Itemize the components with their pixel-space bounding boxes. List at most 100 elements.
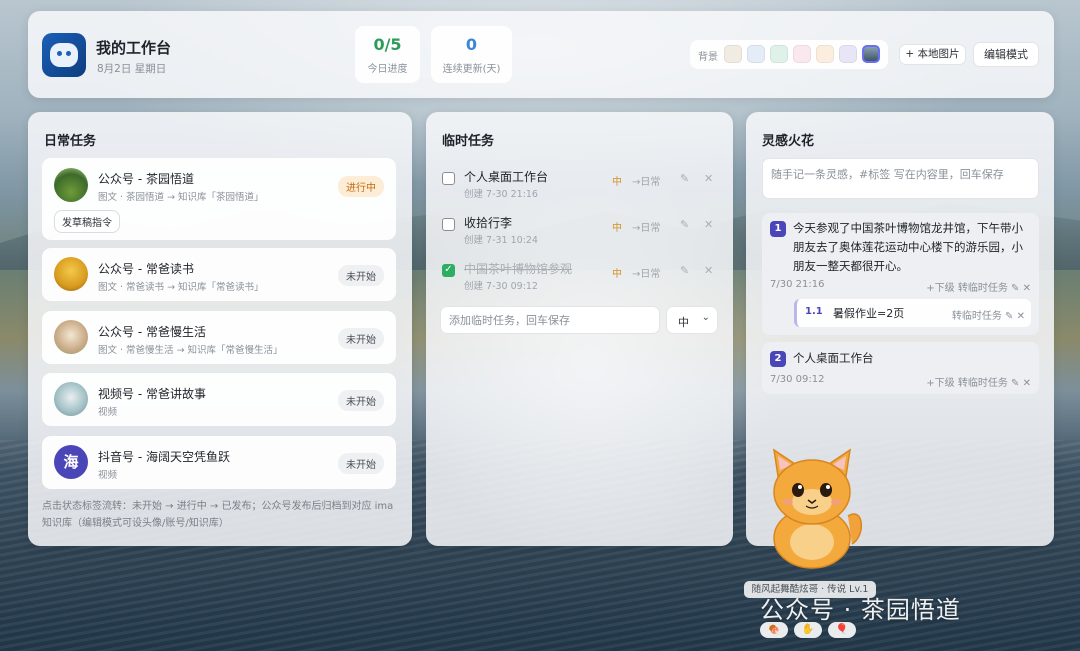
- daily-task-card[interactable]: 公众号 - 常爸慢生活 图文 · 常爸慢生活 → 知识库「常爸慢生活」 未开始: [42, 311, 396, 364]
- temp-task-row: 收拾行李 创建 7-31 10:24 中 →日常 ✎ ✕: [442, 210, 718, 250]
- idea-index: 1: [770, 221, 786, 237]
- avatar: [54, 382, 88, 416]
- priority-label[interactable]: 中: [612, 173, 622, 188]
- idea-date: 7/30 21:16: [770, 279, 825, 290]
- watermark: 公众号 · 茶园悟道: [760, 596, 961, 624]
- status-badge[interactable]: 未开始: [338, 390, 384, 411]
- current-date: 8月2日 星期日: [97, 63, 167, 75]
- inspiration-item: 2 个人桌面工作台 7/30 09:12 +下级 转临时任务 ✎ ✕: [762, 342, 1039, 394]
- edit-icon[interactable]: ✎: [680, 264, 689, 277]
- idea-actions[interactable]: +下级 转临时任务 ✎ ✕: [926, 279, 1031, 294]
- background-label: 背景: [698, 52, 718, 63]
- temp-tasks-panel: 临时任务 个人桌面工作台 创建 7-30 21:16 中 →日常 ✎ ✕ 收拾行…: [426, 112, 733, 546]
- close-icon[interactable]: ✕: [704, 172, 713, 185]
- page-title: 我的工作台: [96, 39, 172, 57]
- task-subtitle: 视频: [98, 407, 118, 418]
- task-checkbox[interactable]: [442, 172, 455, 185]
- task-subtitle: 图文 · 常爸慢生活 → 知识库「常爸慢生活」: [98, 345, 283, 356]
- temp-task-date: 创建 7-31 10:24: [464, 235, 538, 246]
- status-badge[interactable]: 未开始: [338, 328, 384, 349]
- task-name: 视频号 - 常爸讲故事: [98, 387, 206, 401]
- avatar: [54, 168, 88, 202]
- priority-select-value: 中: [678, 316, 689, 329]
- edit-icon[interactable]: ✎: [1011, 283, 1019, 294]
- convert-to-temp-task[interactable]: 转临时任务: [952, 311, 1002, 322]
- checked-checkbox[interactable]: ✓: [442, 264, 455, 277]
- status-flow-tip: 点击状态标签流转：未开始 → 进行中 → 已发布；公众号发布后归档到对应 ima…: [42, 501, 394, 529]
- pet-mascot[interactable]: [764, 446, 868, 570]
- close-icon[interactable]: ✕: [1017, 311, 1025, 322]
- inspiration-input[interactable]: 随手记一条灵感，#标签 写在内容里，回车保存: [762, 158, 1039, 199]
- avatar: [54, 320, 88, 354]
- bg-swatch-blue[interactable]: [747, 45, 765, 63]
- idea-text: 个人桌面工作台: [793, 351, 874, 365]
- priority-label[interactable]: 中: [612, 219, 622, 234]
- task-name: 公众号 - 常爸慢生活: [98, 325, 206, 339]
- idea-text: 今天参观了中国茶叶博物馆龙井馆，下午带小朋友去了奥体莲花运动中心楼下的游乐园，小…: [793, 221, 1023, 273]
- task-checkbox[interactable]: [442, 218, 455, 231]
- edit-icon[interactable]: ✎: [680, 218, 689, 231]
- edit-icon[interactable]: ✎: [1011, 378, 1019, 389]
- stat-label: 连续更新(天): [442, 64, 501, 75]
- panel-title: 灵感火花: [762, 134, 815, 149]
- temp-task-name: 个人桌面工作台: [464, 170, 549, 184]
- stat-value: 0: [465, 35, 478, 54]
- idea-actions[interactable]: +下级 转临时任务 ✎ ✕: [926, 374, 1031, 389]
- sub-idea-index: 1.1: [805, 306, 823, 317]
- task-name: 公众号 - 常爸读书: [98, 262, 194, 276]
- chevron-down-icon: ⌄: [701, 312, 710, 323]
- sub-idea-text: 暑假作业=2页: [833, 307, 905, 320]
- task-subtitle: 图文 · 常爸读书 → 知识库「常爸读书」: [98, 282, 264, 293]
- task-name: 公众号 - 茶园悟道: [98, 172, 194, 186]
- edit-icon[interactable]: ✎: [1005, 311, 1013, 322]
- close-icon[interactable]: ✕: [704, 218, 713, 231]
- move-to-daily-button[interactable]: →日常: [632, 219, 660, 234]
- background-picker: 背景: [690, 40, 888, 69]
- bg-swatch-beige[interactable]: [724, 45, 742, 63]
- daily-task-card[interactable]: 公众号 - 常爸读书 图文 · 常爸读书 → 知识库「常爸读书」 未开始: [42, 248, 396, 301]
- bg-swatch-green[interactable]: [770, 45, 788, 63]
- idea-date: 7/30 09:12: [770, 374, 825, 385]
- inspiration-item: 1 今天参观了中国茶叶博物馆龙井馆，下午带小朋友去了奥体莲花运动中心楼下的游乐园…: [762, 213, 1039, 335]
- status-badge[interactable]: 进行中: [338, 176, 384, 197]
- draft-command-button[interactable]: 发草稿指令: [54, 210, 120, 233]
- daily-task-card[interactable]: 海 抖音号 - 海阔天空凭鱼跃 视频 未开始: [42, 436, 396, 489]
- status-badge[interactable]: 未开始: [338, 265, 384, 286]
- close-icon[interactable]: ✕: [704, 264, 713, 277]
- daily-task-card[interactable]: 公众号 - 茶园悟道 图文 · 茶园悟道 → 知识库「茶园悟道」 进行中 发草稿…: [42, 158, 396, 240]
- task-subtitle: 图文 · 茶园悟道 → 知识库「茶园悟道」: [98, 192, 264, 203]
- priority-label[interactable]: 中: [612, 265, 622, 280]
- add-local-image-button[interactable]: + 本地图片: [899, 44, 966, 65]
- stat-label: 今日进度: [367, 64, 408, 75]
- temp-task-date: 创建 7-30 21:16: [464, 189, 538, 200]
- bg-swatch-peach[interactable]: [816, 45, 834, 63]
- idea-action-links[interactable]: +下级 转临时任务: [926, 283, 1008, 294]
- sub-idea-actions[interactable]: 转临时任务 ✎ ✕: [952, 307, 1025, 322]
- stat-streak-days: 0 连续更新(天): [431, 26, 512, 83]
- edit-mode-button[interactable]: 编辑模式: [973, 42, 1039, 67]
- temp-task-row: 个人桌面工作台 创建 7-30 21:16 中 →日常 ✎ ✕: [442, 164, 718, 204]
- priority-select[interactable]: 中 ⌄: [666, 306, 718, 334]
- daily-tasks-panel: 日常任务 公众号 - 茶园悟道 图文 · 茶园悟道 → 知识库「茶园悟道」 进行…: [28, 112, 412, 546]
- panel-title: 临时任务: [442, 134, 495, 149]
- add-temp-task-input[interactable]: [440, 306, 660, 334]
- bg-swatch-lavender[interactable]: [839, 45, 857, 63]
- close-icon[interactable]: ✕: [1023, 283, 1031, 294]
- idea-action-links[interactable]: +下级 转临时任务: [926, 378, 1008, 389]
- edit-icon[interactable]: ✎: [680, 172, 689, 185]
- temp-task-row: ✓ 中国茶叶博物馆参观 创建 7-30 09:12 中 →日常 ✎ ✕: [442, 256, 718, 296]
- move-to-daily-button[interactable]: →日常: [632, 265, 660, 280]
- move-to-daily-button[interactable]: →日常: [632, 173, 660, 188]
- bg-swatch-image[interactable]: [862, 45, 880, 63]
- temp-task-name: 中国茶叶博物馆参观: [464, 262, 573, 276]
- sub-inspiration-item: 1.1 暑假作业=2页 转临时任务 ✎ ✕: [794, 299, 1031, 327]
- idea-index: 2: [770, 351, 786, 367]
- temp-task-name: 收拾行李: [464, 216, 513, 230]
- temp-task-date: 创建 7-30 09:12: [464, 281, 538, 292]
- task-name: 抖音号 - 海阔天空凭鱼跃: [98, 450, 230, 464]
- avatar: 海: [54, 445, 88, 479]
- close-icon[interactable]: ✕: [1023, 378, 1031, 389]
- daily-task-card[interactable]: 视频号 - 常爸讲故事 视频 未开始: [42, 373, 396, 426]
- bg-swatch-pink[interactable]: [793, 45, 811, 63]
- status-badge[interactable]: 未开始: [338, 453, 384, 474]
